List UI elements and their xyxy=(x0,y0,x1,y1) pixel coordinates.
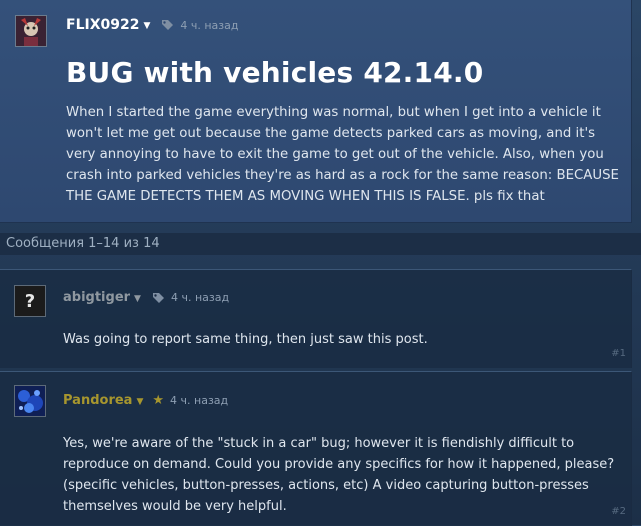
comment-author-row: Pandorea ▼ ★ 4 ч. назад xyxy=(63,393,228,408)
commenter-avatar[interactable]: ? xyxy=(14,285,46,317)
comment-author-name[interactable]: abigtiger xyxy=(63,290,130,305)
avatar-image xyxy=(15,386,45,416)
author-avatar[interactable] xyxy=(15,15,47,47)
commenter-avatar[interactable] xyxy=(14,385,46,417)
comment-2: Pandorea ▼ ★ 4 ч. назад Yes, we're aware… xyxy=(0,371,632,526)
post-counter: Сообщения 1–14 из 14 xyxy=(0,233,641,255)
chevron-down-icon[interactable]: ▼ xyxy=(136,397,143,407)
comment-1: ? abigtiger ▼ 4 ч. назад Was going to re… xyxy=(0,269,632,368)
topic-author-row: FLIX0922 ▼ 4 ч. назад xyxy=(66,17,239,33)
chevron-down-icon[interactable]: ▼ xyxy=(143,21,150,31)
comment-author-name[interactable]: Pandorea xyxy=(63,393,132,408)
comment-text: Yes, we're aware of the "stuck in a car"… xyxy=(63,436,615,514)
comment-author-row: abigtiger ▼ 4 ч. назад xyxy=(63,290,229,305)
comment-number[interactable]: #1 xyxy=(611,348,626,359)
chevron-down-icon[interactable]: ▼ xyxy=(134,294,141,304)
comment-text: Was going to report same thing, then jus… xyxy=(63,332,428,347)
topic-timestamp: 4 ч. назад xyxy=(180,18,239,32)
comment-number[interactable]: #2 xyxy=(611,506,626,517)
avatar-image xyxy=(16,16,46,46)
tag-icon xyxy=(151,291,165,305)
topic-panel: FLIX0922 ▼ 4 ч. назад BUG with vehicles … xyxy=(0,0,632,223)
topic-title: BUG with vehicles 42.14.0 xyxy=(66,56,484,89)
comment-timestamp: 4 ч. назад xyxy=(170,394,229,407)
avatar-placeholder-icon: ? xyxy=(24,290,36,312)
comment-timestamp: 4 ч. назад xyxy=(170,291,230,304)
topic-author-name[interactable]: FLIX0922 xyxy=(66,17,139,33)
tag-icon xyxy=(160,18,174,32)
star-icon: ★ xyxy=(152,393,165,408)
topic-body: When I started the game everything was n… xyxy=(66,105,619,204)
